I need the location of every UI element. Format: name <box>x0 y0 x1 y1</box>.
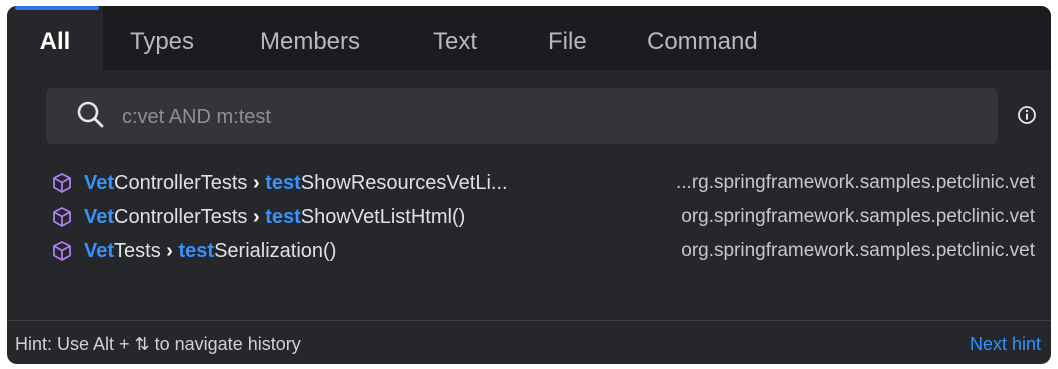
result-row[interactable]: VetControllerTests › testShowResourcesVe… <box>7 168 1051 198</box>
footer: Hint: Use Alt + ⇅ to navigate history Ne… <box>7 320 1051 364</box>
hint-text: Hint: Use Alt + ⇅ to navigate history <box>15 334 301 354</box>
tab-members[interactable]: Members <box>260 6 360 70</box>
tab-label: Members <box>260 28 361 55</box>
class-match: Vet <box>84 206 115 228</box>
result-name: VetControllerTests › testShowVetListHtml… <box>84 202 465 232</box>
tab-label: Text <box>433 28 478 55</box>
method-match: test <box>178 240 215 262</box>
result-name: VetControllerTests › testShowResourcesVe… <box>84 168 508 198</box>
result-location: org.springframework.samples.petclinic.ve… <box>681 240 1035 261</box>
separator-icon: › <box>166 240 173 262</box>
method-name-rest: ShowResourcesVetLi... <box>300 172 508 194</box>
tab-label: Types <box>130 28 195 55</box>
tab-command[interactable]: Command <box>647 6 758 70</box>
tab-all[interactable]: All <box>7 6 103 70</box>
method-name-rest: Serialization() <box>214 240 337 262</box>
search-icon <box>77 101 104 128</box>
method-match: test <box>265 206 301 228</box>
method-cube-icon <box>53 241 71 261</box>
method-name-rest: ShowVetListHtml() <box>300 206 466 228</box>
search-query: c:vet AND m:test <box>122 106 271 128</box>
method-match: test <box>265 172 301 194</box>
result-location: org.springframework.samples.petclinic.ve… <box>681 206 1035 227</box>
search-everywhere-popup: All Types Members Text File Command c:ve… <box>7 6 1051 364</box>
tab-label: File <box>548 28 587 55</box>
method-cube-icon <box>53 207 71 227</box>
active-tab-indicator <box>15 6 99 10</box>
tab-types[interactable]: Types <box>130 6 194 70</box>
tab-label: All <box>39 28 71 55</box>
result-row[interactable]: VetControllerTests › testShowVetListHtml… <box>7 202 1051 232</box>
class-match: Vet <box>84 172 115 194</box>
tab-text[interactable]: Text <box>433 6 477 70</box>
class-name-rest: ControllerTests <box>114 172 248 194</box>
search-input[interactable]: c:vet AND m:test <box>46 88 998 144</box>
tab-bar: All Types Members Text File Command <box>7 6 1051 70</box>
class-name-rest: ControllerTests <box>114 206 248 228</box>
result-name: VetTests › testSerialization() <box>84 236 336 266</box>
info-icon[interactable] <box>1017 105 1037 125</box>
next-hint-link[interactable]: Next hint <box>970 321 1041 364</box>
separator-icon: › <box>252 206 260 228</box>
class-name-rest: Tests <box>114 240 161 262</box>
method-cube-icon <box>53 173 71 193</box>
tab-label: Command <box>647 28 758 55</box>
separator-icon: › <box>252 172 260 194</box>
result-row[interactable]: VetTests › testSerialization() org.sprin… <box>7 236 1051 266</box>
tab-file[interactable]: File <box>548 6 587 70</box>
class-match: Vet <box>84 240 115 262</box>
result-location: ...rg.springframework.samples.petclinic.… <box>675 172 1035 193</box>
